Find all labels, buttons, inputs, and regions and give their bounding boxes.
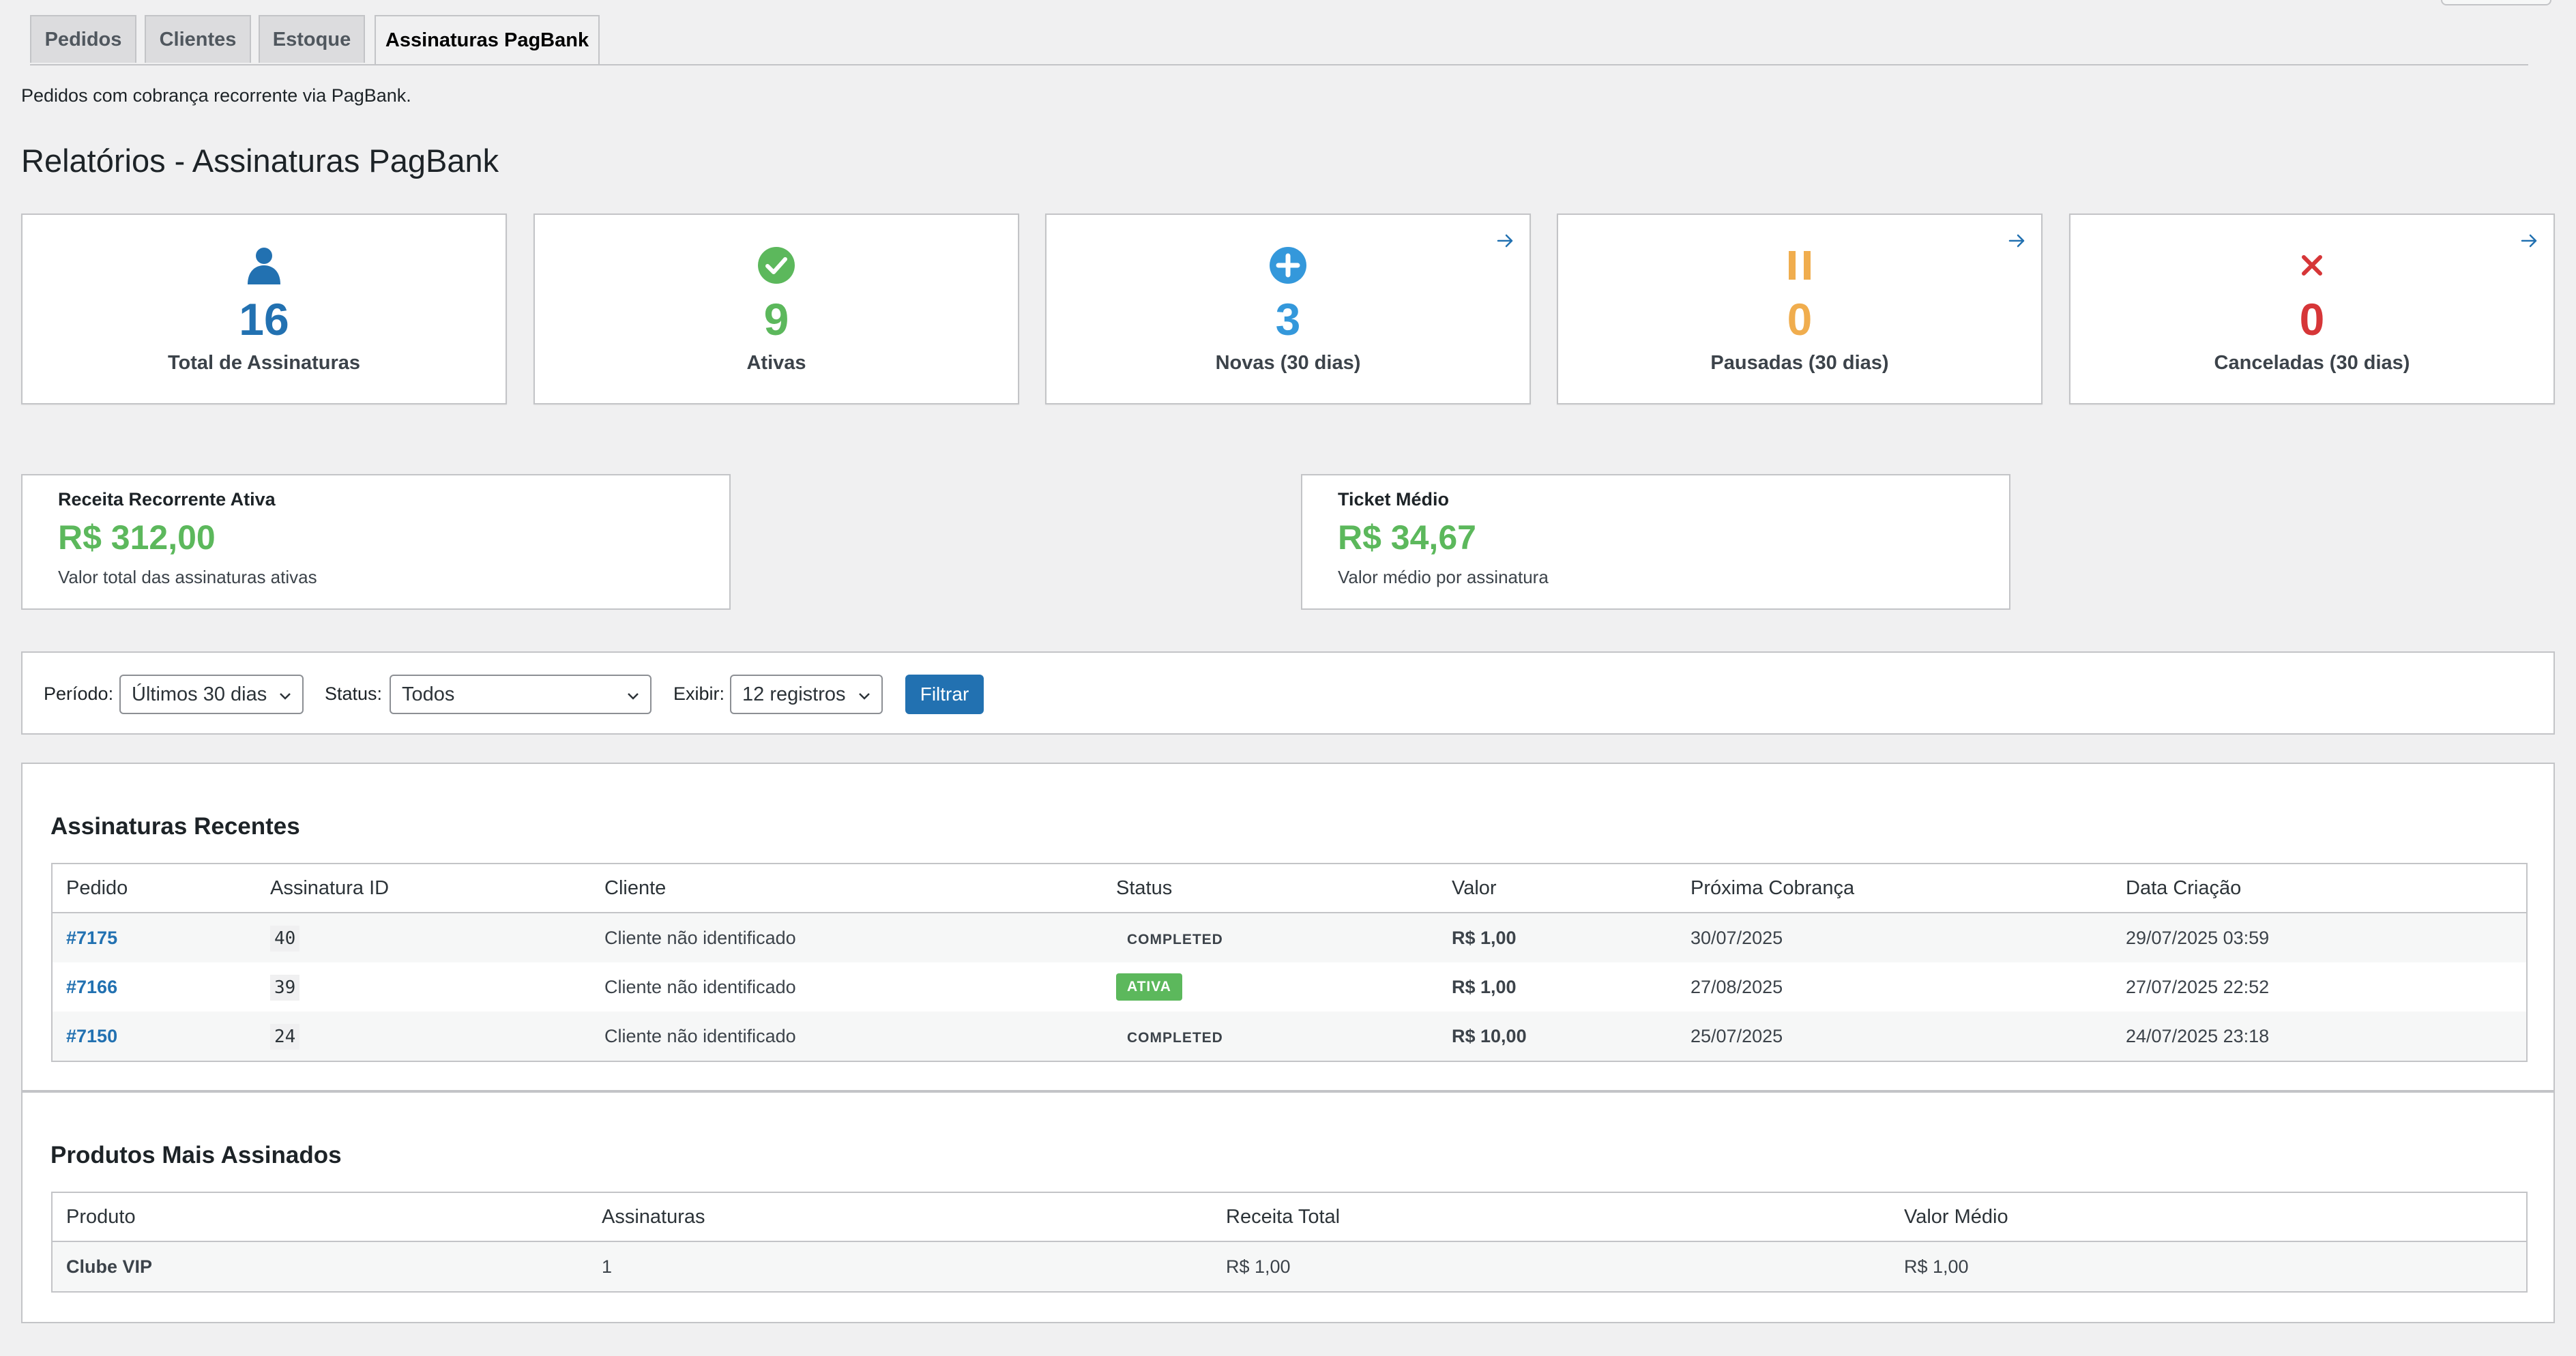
created-cell: 24/07/2025 23:18 xyxy=(2112,1012,2527,1061)
show-select-value: 12 registros xyxy=(742,683,846,705)
stat-value: 0 xyxy=(2299,294,2325,344)
subscriptions-count: 1 xyxy=(588,1241,1212,1292)
client-cell: Cliente não identificado xyxy=(604,976,796,997)
period-select-value: Últimos 30 dias xyxy=(132,683,267,705)
pause-icon xyxy=(1558,245,2041,286)
status-select-value: Todos xyxy=(402,683,455,705)
stat-label: Pausadas (30 dias) xyxy=(1710,352,1889,374)
show-select[interactable]: 12 registros xyxy=(730,675,883,714)
column-header: Valor xyxy=(1438,864,1677,913)
client-cell: Cliente não identificado xyxy=(591,913,1102,962)
plus-circle-icon xyxy=(1046,245,1530,286)
value-cell: R$ 1,00 xyxy=(1452,976,1517,997)
subscription-id: 24 xyxy=(270,1023,300,1050)
summary-revenue: Receita Recorrente Ativa R$ 312,00 Valor… xyxy=(21,474,731,610)
order-link[interactable]: #7150 xyxy=(66,1026,117,1046)
summary-label: Receita Recorrente Ativa xyxy=(58,489,276,510)
top-products-title: Produtos Mais Assinados xyxy=(50,1142,342,1168)
column-header: Data Criação xyxy=(2112,864,2527,913)
table-header-row: Produto Assinaturas Receita Total Valor … xyxy=(52,1192,2527,1242)
total-revenue: R$ 1,00 xyxy=(1212,1241,1890,1292)
column-header: Cliente xyxy=(591,864,1102,913)
stat-label: Canceladas (30 dias) xyxy=(2214,352,2410,374)
client-cell: Cliente não identificado xyxy=(591,1012,1102,1061)
stat-label: Ativas xyxy=(746,352,806,374)
status-badge: COMPLETED xyxy=(1127,931,1223,947)
order-link[interactable]: #7166 xyxy=(66,977,117,997)
close-icon xyxy=(2070,245,2553,286)
table-row: #7166 39 Cliente não identificado ATIVA … xyxy=(52,962,2527,1012)
stat-value: 16 xyxy=(239,294,289,344)
summary-description: Valor total das assinaturas ativas xyxy=(58,567,317,587)
status-badge: COMPLETED xyxy=(1127,1029,1223,1046)
summary-value: R$ 34,67 xyxy=(1338,518,1476,557)
chevron-down-icon xyxy=(859,693,870,700)
stat-label: Total de Assinaturas xyxy=(167,352,360,374)
column-header: Produto xyxy=(52,1192,588,1242)
column-header: Status xyxy=(1102,864,1438,913)
stat-card-paused: 0 Pausadas (30 dias) xyxy=(1557,213,2043,404)
column-header: Pedido xyxy=(52,864,257,913)
table-row: #7175 40 Cliente não identificado COMPLE… xyxy=(52,913,2527,962)
subscription-id: 39 xyxy=(270,974,300,1001)
stat-value: 0 xyxy=(1787,294,1813,344)
order-link[interactable]: #7175 xyxy=(66,928,117,948)
status-label: Status: xyxy=(325,683,383,704)
period-select[interactable]: Últimos 30 dias xyxy=(119,675,304,714)
average-value: R$ 1,00 xyxy=(1890,1241,2527,1292)
product-name: Clube VIP xyxy=(52,1241,588,1292)
status-select[interactable]: Todos xyxy=(390,675,652,714)
status-badge: ATIVA xyxy=(1116,973,1182,1001)
report-tabs: Pedidos Clientes Estoque Assinaturas Pag… xyxy=(30,15,2528,65)
column-header: Receita Total xyxy=(1212,1192,1890,1242)
recent-subscriptions-title: Assinaturas Recentes xyxy=(50,813,300,840)
column-header: Assinatura ID xyxy=(257,864,591,913)
table-row: Clube VIP 1 R$ 1,00 R$ 1,00 xyxy=(52,1241,2527,1292)
value-cell: R$ 1,00 xyxy=(1438,913,1677,962)
top-products-table: Produto Assinaturas Receita Total Valor … xyxy=(51,1192,2528,1293)
tab-clientes[interactable]: Clientes xyxy=(145,15,251,63)
column-header: Valor Médio xyxy=(1890,1192,2527,1242)
stat-card-active: 9 Ativas xyxy=(533,213,1019,404)
tab-assinaturas-pagbank[interactable]: Assinaturas PagBank xyxy=(375,15,600,64)
check-circle-icon xyxy=(535,245,1018,286)
table-header-row: Pedido Assinatura ID Cliente Status Valo… xyxy=(52,864,2527,913)
stat-card-new: 3 Novas (30 dias) xyxy=(1045,213,1531,404)
recent-subscriptions-panel: Assinaturas Recentes Pedido Assinatura I… xyxy=(21,763,2555,1091)
user-icon xyxy=(23,245,506,286)
table-row: #7150 24 Cliente não identificado COMPLE… xyxy=(52,1012,2527,1061)
next-charge-cell: 30/07/2025 xyxy=(1677,913,2112,962)
stat-label: Novas (30 dias) xyxy=(1215,352,1361,374)
top-products-panel: Produtos Mais Assinados Produto Assinatu… xyxy=(21,1091,2555,1323)
tab-estoque[interactable]: Estoque xyxy=(259,15,365,63)
next-charge-cell: 25/07/2025 xyxy=(1677,1012,2112,1061)
period-label: Período: xyxy=(44,683,114,704)
created-cell: 29/07/2025 03:59 xyxy=(2112,913,2527,962)
chevron-down-icon xyxy=(628,693,639,700)
tab-pedidos[interactable]: Pedidos xyxy=(30,15,136,63)
page-title: Relatórios - Assinaturas PagBank xyxy=(21,143,499,179)
summary-value: R$ 312,00 xyxy=(58,518,216,557)
next-charge-cell: 27/08/2025 xyxy=(1690,976,1783,997)
summary-description: Valor médio por assinatura xyxy=(1338,567,1549,587)
screen-options-button[interactable] xyxy=(2441,0,2551,5)
summary-label: Ticket Médio xyxy=(1338,489,1450,510)
stat-card-cancelled: 0 Canceladas (30 dias) xyxy=(2069,213,2555,404)
filter-bar: Período: Últimos 30 dias Status: Todos E… xyxy=(21,651,2555,735)
filter-button[interactable]: Filtrar xyxy=(905,675,984,714)
stat-value: 3 xyxy=(1275,294,1301,344)
column-header: Próxima Cobrança xyxy=(1677,864,2112,913)
stat-card-total: 16 Total de Assinaturas xyxy=(21,213,507,404)
show-label: Exibir: xyxy=(673,683,725,704)
stat-value: 9 xyxy=(763,294,789,344)
subscription-id: 40 xyxy=(270,925,300,952)
column-header: Assinaturas xyxy=(588,1192,1212,1242)
summary-ticket: Ticket Médio R$ 34,67 Valor médio por as… xyxy=(1301,474,2010,610)
value-cell: R$ 10,00 xyxy=(1438,1012,1677,1061)
created-cell: 27/07/2025 22:52 xyxy=(2126,976,2270,997)
recent-subscriptions-table: Pedido Assinatura ID Cliente Status Valo… xyxy=(51,863,2528,1062)
chevron-down-icon xyxy=(280,693,291,700)
page-description: Pedidos com cobrança recorrente via PagB… xyxy=(21,85,411,106)
